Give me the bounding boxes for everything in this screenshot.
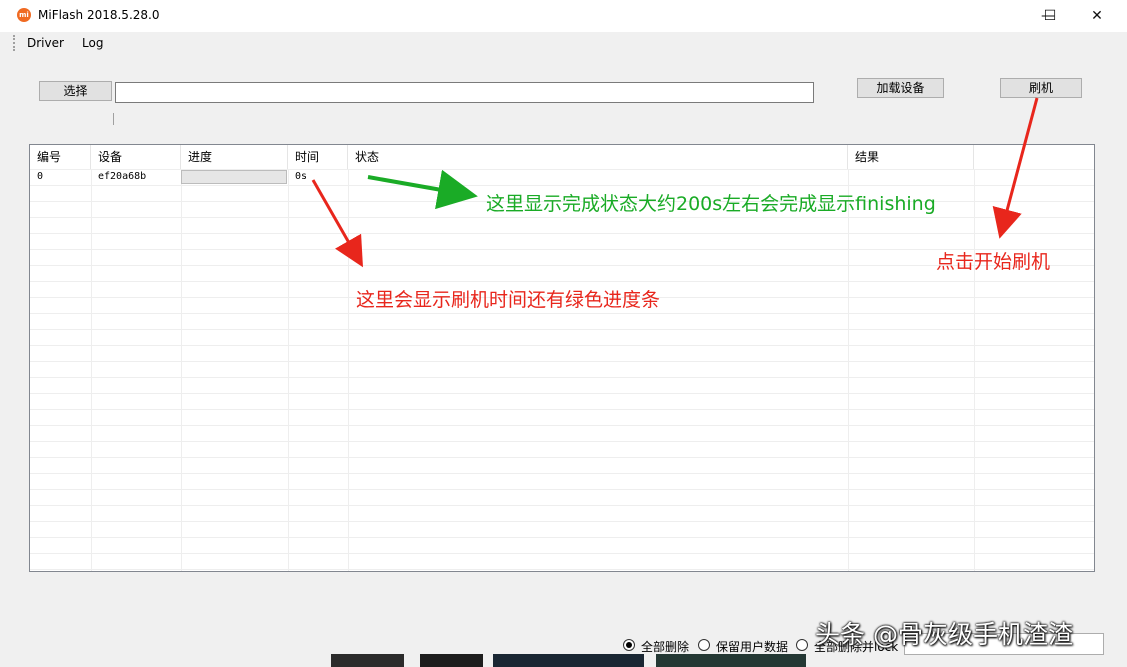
grid-column-line bbox=[181, 169, 182, 571]
close-icon: ✕ bbox=[1091, 8, 1103, 24]
grid-row-line bbox=[30, 553, 1094, 554]
radio-label-save-user-data: 保留用户数据 bbox=[716, 640, 789, 654]
background-strip bbox=[493, 654, 644, 667]
maximize-icon: ☐ bbox=[1043, 8, 1057, 24]
column-header-progress[interactable]: 进度 bbox=[181, 145, 288, 169]
select-folder-button[interactable]: 选择 bbox=[39, 81, 112, 101]
grid-row-line bbox=[30, 537, 1094, 538]
row-result bbox=[848, 169, 855, 185]
load-device-button[interactable]: 加载设备 bbox=[857, 78, 944, 98]
row-id: 0 bbox=[37, 171, 44, 182]
column-header-status[interactable]: 状态 bbox=[348, 145, 848, 169]
column-header-time[interactable]: 时间 bbox=[288, 145, 348, 169]
grid-row-line bbox=[30, 457, 1094, 458]
grid-row-line bbox=[30, 249, 1094, 250]
radio-save-user-data[interactable] bbox=[698, 639, 710, 651]
grid-column-line bbox=[288, 169, 289, 571]
radio-clean-all-lock[interactable] bbox=[796, 639, 808, 651]
grid-row-line bbox=[30, 233, 1094, 234]
background-strip bbox=[420, 654, 483, 667]
grid-row-line bbox=[30, 377, 1094, 378]
grid-row-line bbox=[30, 281, 1094, 282]
maximize-button[interactable]: ☐ bbox=[1027, 0, 1073, 32]
flash-button[interactable]: 刷机 bbox=[1000, 78, 1082, 98]
grid-row-line bbox=[30, 505, 1094, 506]
grid-row-line bbox=[30, 361, 1094, 362]
grid-column-line bbox=[848, 169, 849, 571]
background-strip bbox=[656, 654, 806, 667]
grid-row-line bbox=[30, 329, 1094, 330]
grid-column-line bbox=[974, 169, 975, 571]
grid-row-line bbox=[30, 441, 1094, 442]
grid-row-line bbox=[30, 313, 1094, 314]
grid-row-line bbox=[30, 185, 1094, 186]
grid-column-line bbox=[91, 169, 92, 571]
grid-row-line bbox=[30, 473, 1094, 474]
row-status bbox=[348, 169, 355, 185]
radio-clean-all[interactable] bbox=[623, 639, 635, 651]
grid-row-line bbox=[30, 345, 1094, 346]
menu-item-driver[interactable]: Driver bbox=[27, 36, 64, 50]
flash-annotation: 点击开始刷机 bbox=[936, 251, 1051, 273]
window-title: MiFlash 2018.5.28.0 bbox=[38, 8, 160, 22]
menu-bar: Driver Log bbox=[0, 32, 1127, 54]
close-button[interactable]: ✕ bbox=[1074, 0, 1120, 32]
mi-logo-icon: mi bbox=[17, 8, 31, 22]
miflash-window: mi MiFlash 2018.5.28.0 — ☐ ✕ Driver Log … bbox=[0, 0, 1127, 667]
menu-item-log[interactable]: Log bbox=[82, 36, 103, 50]
title-bar: mi MiFlash 2018.5.28.0 — ☐ ✕ bbox=[0, 0, 1127, 32]
grid-row-line bbox=[30, 521, 1094, 522]
row-progress-bar bbox=[181, 170, 287, 184]
radio-label-clean-all: 全部删除 bbox=[641, 640, 690, 654]
divider bbox=[113, 113, 114, 125]
grid-row-line bbox=[30, 393, 1094, 394]
background-strip bbox=[331, 654, 404, 667]
column-header-result[interactable]: 结果 bbox=[848, 145, 974, 169]
status-annotation: 这里显示完成状态大约200s左右会完成显示finishing bbox=[486, 193, 936, 215]
grid-row-line bbox=[30, 217, 1094, 218]
watermark: 头条 @骨灰级手机渣渣 bbox=[815, 620, 1073, 649]
grid-row-line bbox=[30, 265, 1094, 266]
column-header-id[interactable]: 编号 bbox=[30, 145, 91, 169]
grid-row-line bbox=[30, 569, 1094, 570]
row-device: ef20a68b bbox=[98, 171, 147, 182]
row-time: 0s bbox=[295, 171, 308, 182]
grid-row-line bbox=[30, 489, 1094, 490]
menu-grip-icon bbox=[13, 35, 18, 51]
grid-column-line bbox=[348, 169, 349, 571]
rom-path-input[interactable] bbox=[115, 82, 814, 103]
column-header-device[interactable]: 设备 bbox=[91, 145, 181, 169]
time-annotation: 这里会显示刷机时间还有绿色进度条 bbox=[356, 289, 661, 311]
grid-row-line bbox=[30, 409, 1094, 410]
grid-row-line bbox=[30, 425, 1094, 426]
